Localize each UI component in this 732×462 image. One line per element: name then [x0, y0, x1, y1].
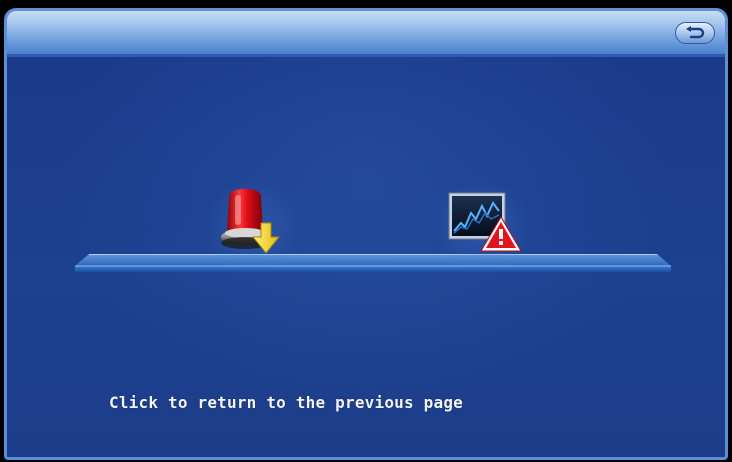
return-arrow-icon	[686, 26, 705, 39]
content-area: Click to return to the previous page	[7, 57, 725, 457]
alarm-download-tile[interactable]	[205, 179, 301, 265]
chart-warning-icon	[448, 192, 522, 252]
glass-shelf	[75, 254, 671, 272]
alarm-download-icon	[221, 189, 281, 254]
back-button[interactable]	[675, 22, 715, 44]
title-bar	[7, 11, 725, 57]
chart-warning-tile[interactable]	[435, 179, 531, 265]
main-window: Click to return to the previous page	[4, 8, 728, 460]
return-hint-link[interactable]: Click to return to the previous page	[109, 393, 463, 412]
